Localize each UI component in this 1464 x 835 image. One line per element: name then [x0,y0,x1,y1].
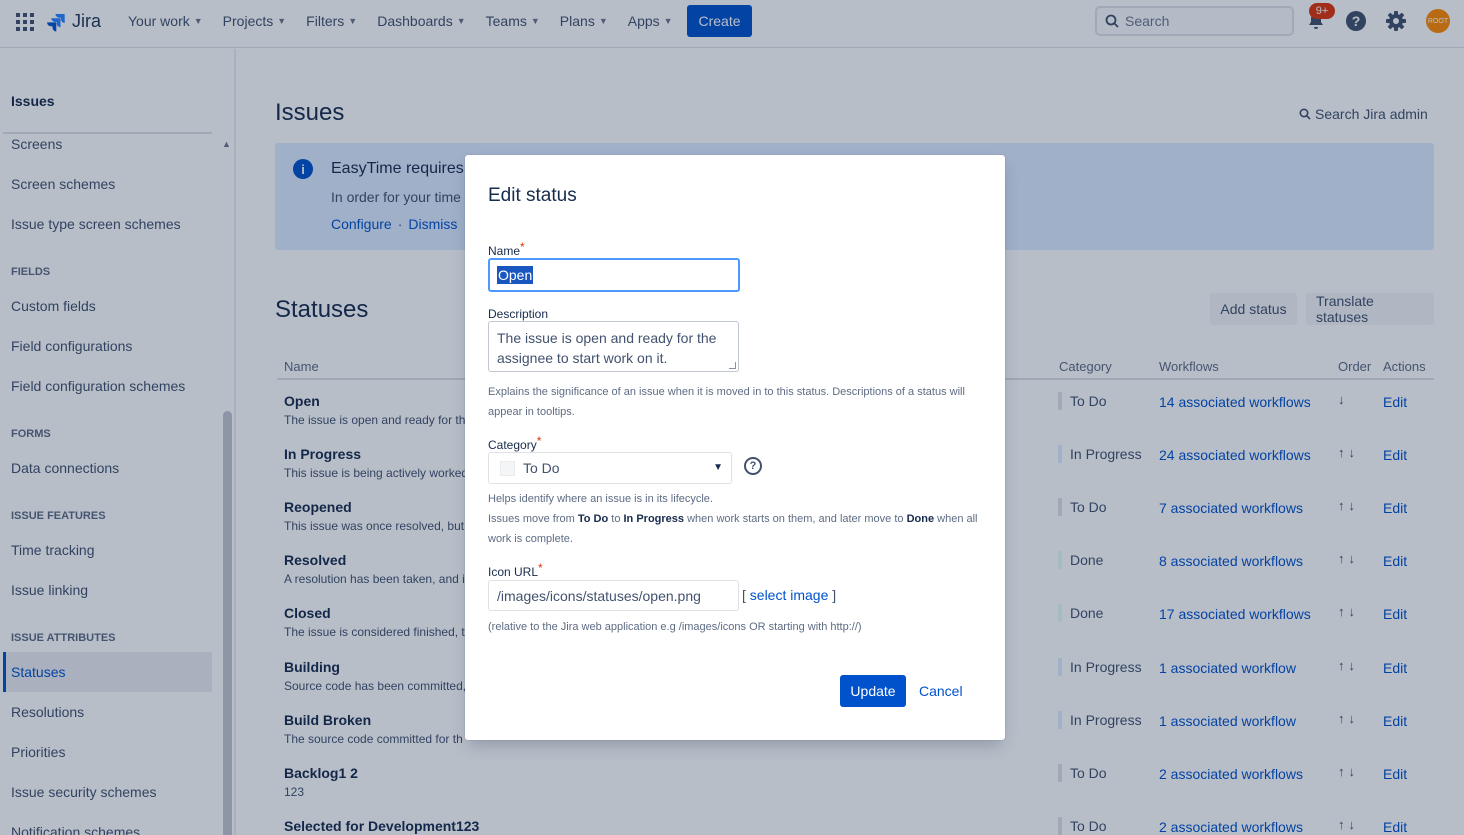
category-label: Category* [488,434,542,452]
required-marker: * [520,240,525,254]
name-label: Name* [488,240,525,258]
question-icon[interactable]: ? [744,457,762,475]
category-swatch [500,460,515,476]
required-marker: * [538,561,543,575]
description-field[interactable]: The issue is open and ready for the assi… [488,321,739,372]
category-help: Helps identify where an issue is in its … [488,493,978,545]
edit-status-dialog: Edit status Name* Open Description The i… [465,155,1005,740]
icon-url-help: (relative to the Jira web application e.… [488,621,862,633]
select-image-wrapper: [ select image ] [742,587,837,603]
category-select[interactable]: To Do ▼ [488,452,732,484]
name-field[interactable]: Open [488,258,740,292]
description-help: Explains the significance of an issue wh… [488,386,965,418]
name-field-value: Open [497,266,534,284]
resize-handle[interactable] [729,362,736,369]
icon-url-field[interactable]: /images/icons/statuses/open.png [488,580,739,611]
description-label: Description [488,307,549,321]
category-select-value: To Do [523,460,560,476]
icon-url-label: Icon URL* [488,561,543,579]
update-button[interactable]: Update [840,675,906,707]
cancel-button[interactable]: Cancel [919,683,963,699]
description-field-value: The issue is open and ready for the assi… [497,330,717,366]
chevron-down-icon: ▼ [713,462,723,473]
select-image-link[interactable]: select image [750,587,829,603]
dialog-title: Edit status [488,185,577,206]
required-marker: * [536,434,542,448]
